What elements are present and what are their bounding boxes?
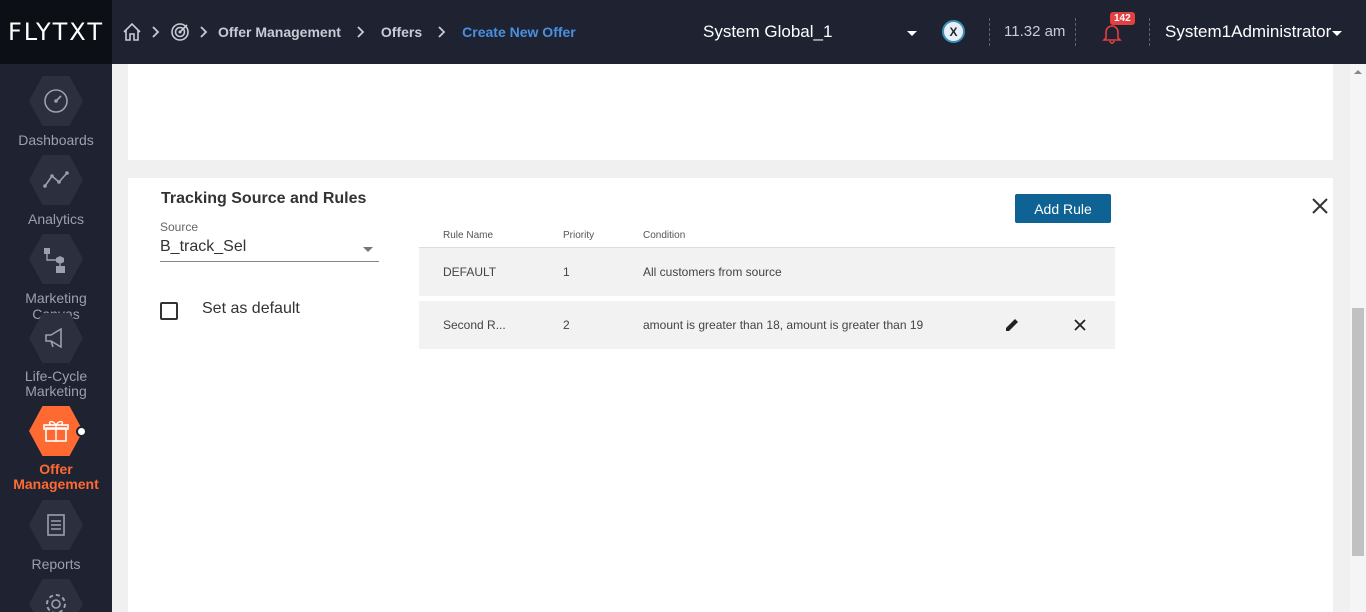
clock-time: 11.32 am (1004, 23, 1066, 40)
chevron-right-icon (357, 26, 365, 38)
flytxt-logo[interactable]: FLYTXT (0, 0, 112, 64)
sidebar-item-dashboards[interactable]: Dashboards (0, 76, 112, 148)
add-rule-button[interactable]: Add Rule (1015, 194, 1111, 223)
top-bar: FLYTXT Offer Management Offers Create Ne… (0, 0, 1366, 64)
caret-down-icon[interactable] (907, 31, 917, 36)
scroll-up-arrow-icon[interactable] (1354, 70, 1362, 74)
line-chart-icon (29, 155, 83, 205)
gift-icon (29, 406, 83, 456)
offer-details-card (128, 64, 1333, 160)
target-icon[interactable] (170, 22, 190, 42)
main-content: Tracking Source and Rules Source B_track… (112, 64, 1350, 612)
set-default-label: Set as default (202, 300, 300, 317)
breadcrumb-offer-management[interactable]: Offer Management (218, 24, 341, 40)
rule-condition: amount is greater than 18, amount is gre… (643, 318, 924, 332)
close-icon[interactable] (1311, 197, 1329, 215)
sidebar-item-analytics[interactable]: Analytics (0, 155, 112, 227)
sidebar-item-label: Offer Management (13, 461, 99, 492)
tracking-source-card: Tracking Source and Rules Source B_track… (128, 178, 1333, 612)
chevron-right-icon (438, 26, 446, 38)
source-select[interactable]: B_track_Sel (160, 236, 379, 262)
divider (1075, 18, 1076, 46)
scope-selector[interactable]: System Global_1 (703, 22, 832, 42)
bell-icon[interactable] (1101, 22, 1123, 49)
rule-condition: All customers from source (643, 265, 782, 279)
source-value: B_track_Sel (160, 238, 247, 255)
sidebar-item-label: Analytics (27, 211, 85, 227)
chevron-right-icon (152, 26, 160, 38)
megaphone-icon (29, 313, 83, 363)
table-row[interactable]: DEFAULT 1 All customers from source (419, 248, 1115, 296)
flow-diagram-icon (29, 234, 83, 284)
sidebar-item-offer-management[interactable]: Offer Management (0, 406, 112, 492)
active-indicator-dot (76, 426, 87, 437)
table-row[interactable]: Second R... 2 amount is greater than 18,… (419, 301, 1115, 349)
home-icon[interactable] (122, 22, 142, 42)
rule-name: Second R... (443, 318, 506, 332)
rule-name: DEFAULT (443, 265, 497, 279)
edit-pencil-icon[interactable] (1004, 317, 1020, 336)
rule-priority: 1 (563, 265, 570, 279)
column-header-condition: Condition (643, 230, 686, 241)
rule-priority: 2 (563, 318, 570, 332)
sidebar: Dashboards Analytics Marketing Canvas Li… (0, 64, 112, 612)
section-title: Tracking Source and Rules (161, 190, 367, 207)
column-header-priority: Priority (563, 230, 595, 241)
caret-down-icon[interactable] (1332, 31, 1342, 36)
sidebar-item-label: Life-Cycle Marketing (24, 368, 88, 399)
scrollbar-thumb[interactable] (1352, 308, 1364, 556)
sidebar-item-reports[interactable]: Reports (0, 500, 112, 572)
source-label: Source (160, 220, 199, 234)
notification-count-badge: 142 (1110, 12, 1135, 25)
rules-table: Rule Name Priority Condition DEFAULT 1 A… (419, 228, 1115, 349)
user-menu[interactable]: System1Administrator (1165, 22, 1331, 42)
sidebar-item-life-cycle-marketing[interactable]: Life-Cycle Marketing (0, 313, 112, 399)
chevron-right-icon (200, 26, 208, 38)
breadcrumb-create-new-offer: Create New Offer (462, 24, 576, 40)
x-logo-icon[interactable]: X (942, 20, 965, 43)
set-default-checkbox[interactable] (160, 302, 178, 320)
caret-down-icon (363, 247, 373, 252)
delete-x-icon[interactable] (1074, 319, 1086, 334)
sidebar-item-marketing-canvas[interactable]: Marketing Canvas (0, 234, 112, 322)
sidebar-item-label: Dashboards (18, 132, 94, 148)
breadcrumb-offers[interactable]: Offers (381, 24, 422, 40)
breadcrumb: Offer Management Offers Create New Offer (122, 20, 576, 44)
gauge-icon (29, 76, 83, 126)
vertical-scrollbar[interactable] (1350, 64, 1366, 612)
divider (989, 18, 990, 46)
gear-icon (29, 579, 83, 612)
sidebar-item-label: Reports (31, 556, 81, 572)
sidebar-item-settings[interactable] (0, 579, 112, 612)
table-header: Rule Name Priority Condition (419, 228, 1115, 248)
document-icon (29, 500, 83, 550)
column-header-rule-name: Rule Name (443, 230, 494, 241)
divider (1149, 18, 1150, 46)
